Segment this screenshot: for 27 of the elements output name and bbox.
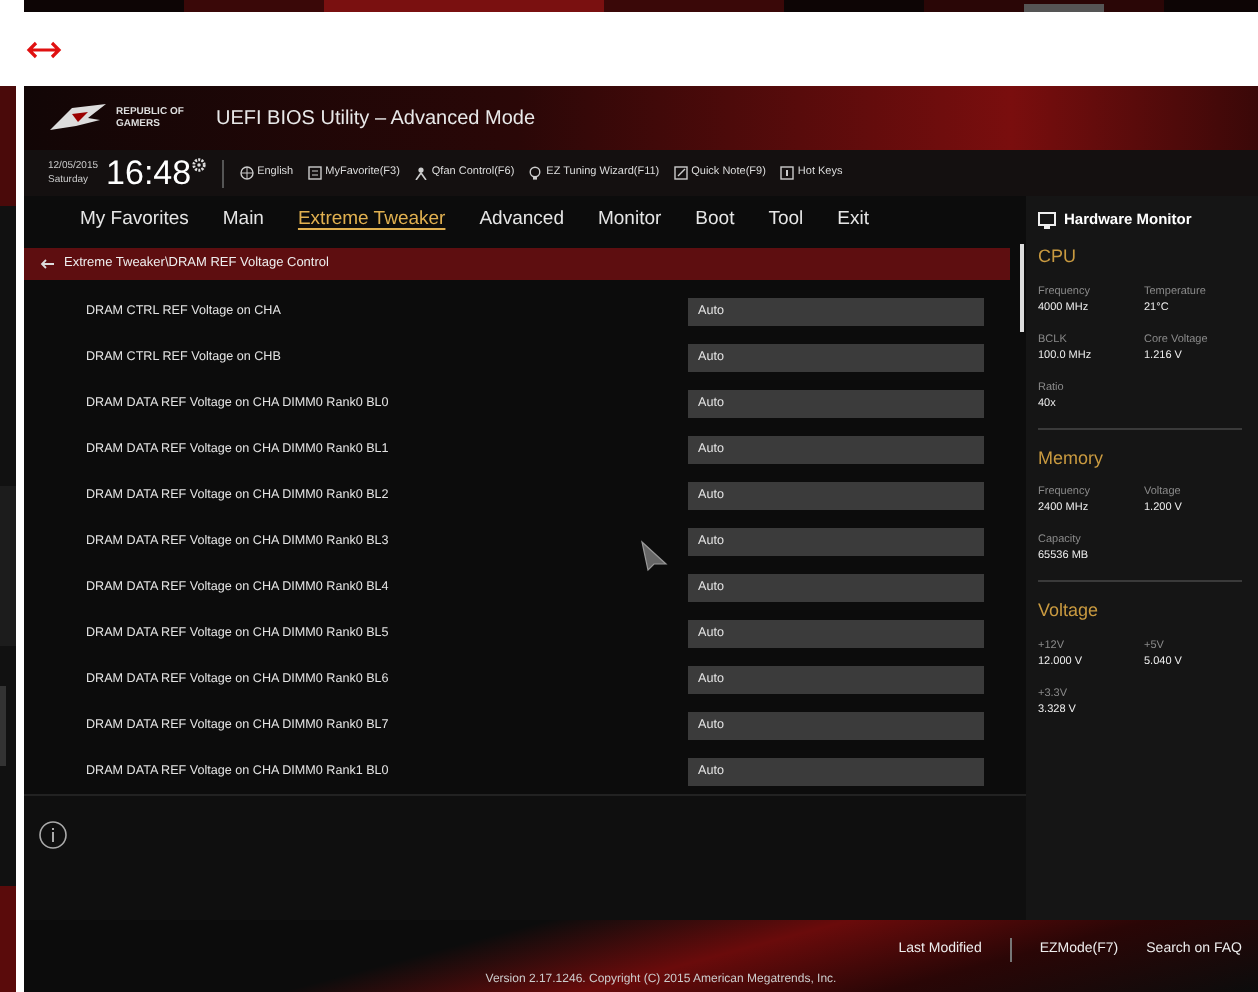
settings-icon[interactable] [191, 158, 206, 172]
window-title: UEFI BIOS Utility – Advanced Mode [216, 105, 536, 133]
help-icon [779, 166, 794, 180]
clock-time: 16:48 [106, 156, 192, 190]
menu-tab[interactable]: Main [222, 205, 264, 235]
menu-tab[interactable]: Monitor [597, 205, 662, 235]
section-heading: Voltage [1038, 598, 1101, 624]
menu-tab[interactable]: Advanced [479, 205, 564, 235]
list-icon [307, 166, 322, 180]
lightbulb-icon [528, 166, 543, 180]
monitor-icon [1038, 211, 1056, 229]
menu-tab[interactable]: Exit [837, 205, 869, 235]
menu-tab[interactable]: My Favorites [80, 205, 189, 235]
back-arrow-icon[interactable] [40, 258, 56, 270]
section-heading: Memory [1038, 445, 1106, 472]
menu-tab[interactable]: Tool [768, 205, 804, 235]
menu-tab[interactable]: Boot [695, 205, 735, 235]
fan-icon [413, 166, 428, 180]
globe-icon [239, 166, 254, 180]
scrollbar-thumb[interactable] [1020, 244, 1024, 332]
double-arrow-icon[interactable] [26, 39, 62, 59]
logo-icon [48, 102, 108, 134]
menu-tab[interactable]: Extreme Tweaker [297, 205, 446, 235]
note-icon [673, 166, 688, 180]
cursor-icon [640, 540, 668, 572]
section-heading: CPU [1038, 244, 1079, 270]
info-icon[interactable] [38, 820, 68, 850]
